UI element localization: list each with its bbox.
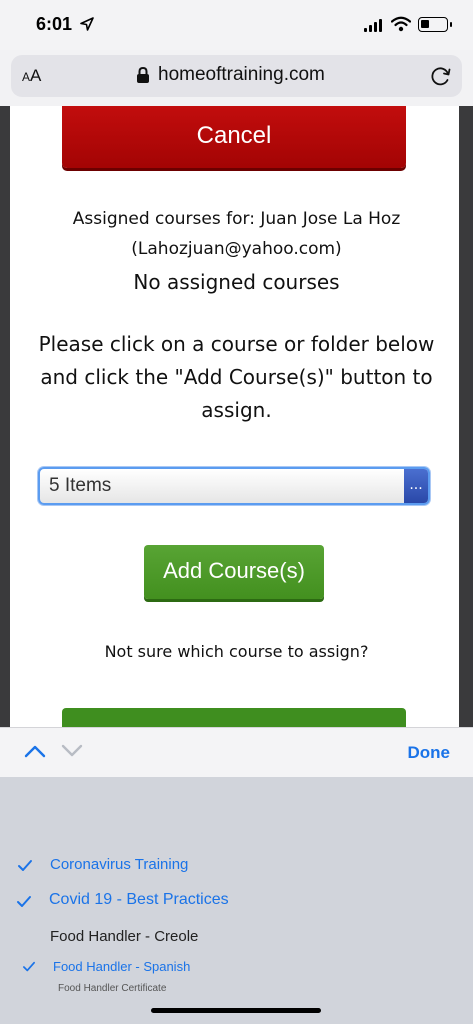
reload-icon[interactable] [430, 65, 452, 87]
instructions-text: Please click on a course or folder below… [38, 332, 435, 422]
picker-item-label: Food Handler - Spanish [53, 959, 191, 974]
picker-item-label: Covid 19 - Best Practices [49, 891, 229, 908]
status-bar: 6:01 [0, 0, 473, 50]
wifi-icon [391, 16, 411, 32]
assigned-courses-heading: Assigned courses for: Juan Jose La Hoz [72, 209, 401, 229]
page-border-left [0, 106, 10, 727]
course-picker[interactable]: Coronavirus Training Covid 19 - Best Pra… [0, 777, 473, 1024]
home-indicator[interactable] [151, 1008, 321, 1013]
select-value: 5 Items [49, 475, 112, 496]
battery-icon [418, 17, 452, 32]
done-button[interactable]: Done [408, 743, 451, 763]
picker-item[interactable]: Food Handler Certificate [0, 981, 473, 1011]
checkmark-icon [23, 961, 35, 972]
picker-item-label: Food Handler Certificate [58, 983, 167, 994]
url-text[interactable]: homeoftraining.com [158, 64, 325, 86]
not-sure-text: Not sure which course to assign? [104, 642, 369, 661]
url-bar[interactable]: AA homeoftraining.com [11, 55, 462, 97]
text-size-button[interactable]: AA [22, 66, 41, 86]
page-border-right [459, 106, 473, 727]
checkmark-icon [18, 860, 32, 871]
web-page: Cancel Assigned courses for: Juan Jose L… [0, 106, 473, 727]
chevron-up-icon[interactable] [24, 744, 46, 758]
select-more-button[interactable]: ... [404, 469, 428, 503]
picker-item[interactable]: Food Handler - Creole [0, 925, 473, 955]
status-time: 6:01 [36, 14, 73, 34]
user-email: (Lahozjuan@yahoo.com) [131, 239, 342, 259]
picker-item[interactable]: Coronavirus Training [0, 851, 473, 881]
add-courses-button[interactable]: Add Course(s) [144, 545, 324, 599]
lock-icon [137, 67, 149, 83]
picker-toolbar: Done [0, 727, 473, 777]
cancel-button[interactable]: Cancel [62, 106, 406, 168]
partial-green-button[interactable] [62, 708, 406, 727]
checkmark-icon [17, 896, 31, 907]
course-select[interactable]: 5 Items ... [38, 467, 430, 505]
location-arrow-icon [80, 17, 94, 31]
picker-item[interactable]: Covid 19 - Best Practices [0, 886, 473, 916]
chevron-down-icon[interactable] [61, 744, 83, 758]
picker-item-label: Food Handler - Creole [50, 928, 199, 945]
picker-item-label: Coronavirus Training [50, 856, 189, 873]
no-courses-message: No assigned courses [133, 270, 340, 294]
signal-icon [364, 18, 384, 32]
